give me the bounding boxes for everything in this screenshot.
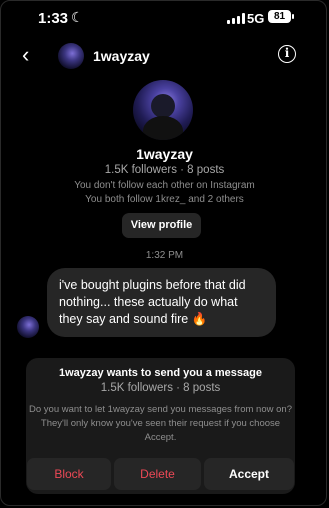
info-icon[interactable]: i [278,45,296,63]
message-request-panel: 1wayzay wants to send you a message 1.5K… [26,358,295,494]
request-body: Do you want to let 1wayzay send you mess… [29,404,292,443]
view-profile-button[interactable]: View profile [122,213,201,238]
back-icon[interactable]: ‹ [22,44,29,66]
header-avatar[interactable] [58,43,84,69]
request-stats: 1.5K followers · 8 posts [100,382,221,394]
sender-avatar[interactable] [17,316,39,338]
profile-name: 1wayzay [136,146,193,162]
message-bubble[interactable]: i've bought plugins before that did noth… [47,268,276,337]
network-label: 5G [247,11,265,26]
battery-icon: 81 [268,10,294,23]
message-timestamp: 1:32 PM [145,250,184,261]
status-time: 1:33 [38,10,69,27]
block-button[interactable]: Block [27,458,111,490]
chat-header: ‹ 1wayzay i [0,36,329,76]
request-title: 1wayzay wants to send you a message [59,367,262,379]
moon-icon: ☾ [71,9,84,25]
follow-status: You don't follow each other on Instagram [74,180,255,191]
status-bar: 1:33 ☾ 5G 81 [0,0,329,34]
header-username[interactable]: 1wayzay [93,48,150,64]
profile-stats: 1.5K followers · 8 posts [104,164,225,176]
mutual-follows: You both follow 1krez_ and 2 others [85,194,244,205]
delete-button[interactable]: Delete [114,458,201,490]
profile-avatar[interactable] [133,80,193,140]
signal-icon [227,13,245,24]
accept-button[interactable]: Accept [204,458,294,490]
